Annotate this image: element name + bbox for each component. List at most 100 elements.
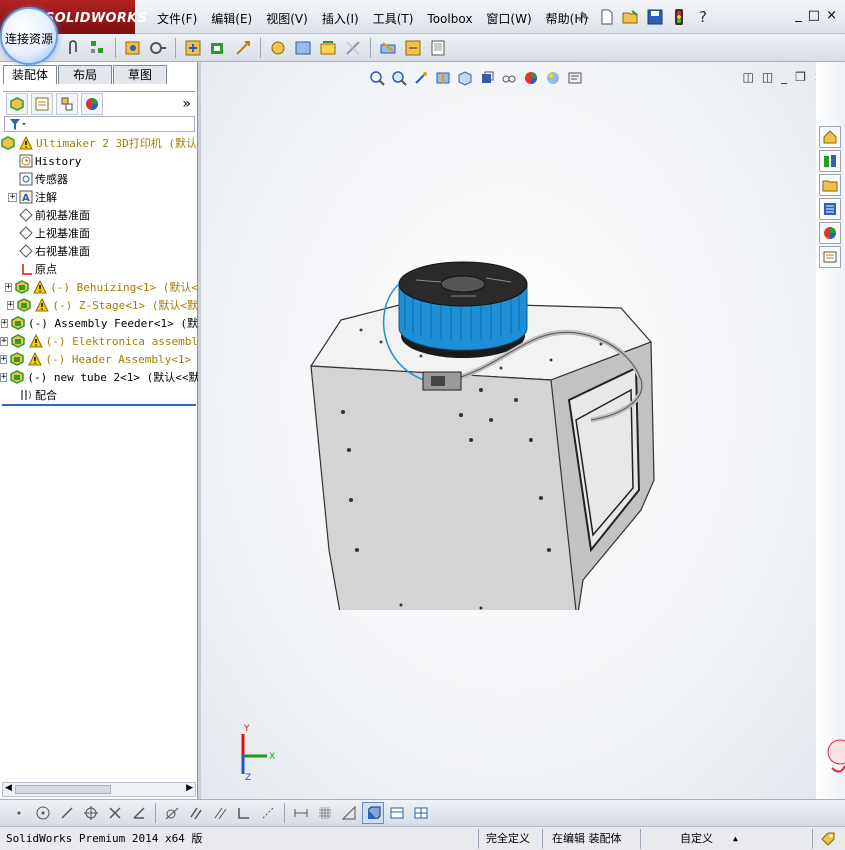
- expand-toggle-icon[interactable]: +: [0, 372, 8, 382]
- viewport-minimize-icon[interactable]: _: [781, 70, 787, 84]
- minimize-button[interactable]: _: [795, 8, 802, 23]
- paperclip-icon[interactable]: [62, 37, 84, 59]
- menu-view[interactable]: 视图(V): [259, 10, 315, 28]
- filter-icon[interactable]: [9, 118, 27, 132]
- tree-item[interactable]: 传感器: [0, 170, 198, 188]
- interference-icon[interactable]: [292, 37, 314, 59]
- tag-icon[interactable]: [820, 831, 836, 847]
- home-icon[interactable]: [819, 126, 841, 148]
- custom-properties-icon[interactable]: [819, 246, 841, 268]
- viewport-restore-icon[interactable]: ❐: [795, 70, 806, 84]
- save-icon[interactable]: [644, 6, 666, 28]
- display-pane-icon[interactable]: [427, 37, 449, 59]
- previous-view-icon[interactable]: [411, 68, 431, 88]
- view-window-icon[interactable]: [386, 802, 408, 824]
- tree-item[interactable]: + (-) Elektronica assembl: [0, 332, 198, 350]
- tree-item[interactable]: + (-) Z-Stage<1> (默认<默: [0, 296, 198, 314]
- section-view-icon[interactable]: [433, 68, 453, 88]
- explode-view-icon[interactable]: [232, 37, 254, 59]
- help-icon[interactable]: ?: [692, 6, 714, 28]
- edit-appearance-icon[interactable]: [521, 68, 541, 88]
- tab-layout[interactable]: 布局: [58, 65, 113, 84]
- intersection-icon[interactable]: [104, 802, 126, 824]
- scroll-left-arrow-icon[interactable]: ◀: [5, 783, 12, 793]
- perpendicular-icon[interactable]: [233, 802, 255, 824]
- view-settings-icon[interactable]: [565, 68, 585, 88]
- scrollbar-thumb[interactable]: [15, 785, 111, 794]
- horizontal-scrollbar[interactable]: ◀ ▶: [2, 782, 196, 797]
- expand-toggle-icon[interactable]: +: [4, 282, 13, 292]
- tangent-icon[interactable]: [161, 802, 183, 824]
- shaded-view-icon[interactable]: [362, 802, 384, 824]
- configuration-manager-icon[interactable]: [56, 92, 78, 115]
- slash-icon[interactable]: [209, 802, 231, 824]
- tree-item[interactable]: + (-) new tube 2<1> (默认<<默: [0, 368, 198, 386]
- expand-panel-button[interactable]: »: [182, 96, 191, 112]
- pin-icon[interactable]: [572, 6, 594, 28]
- expand-toggle-icon[interactable]: +: [0, 336, 8, 346]
- components-pattern-icon[interactable]: [87, 37, 109, 59]
- tab-sketch[interactable]: 草图: [113, 65, 168, 84]
- property-manager-icon[interactable]: [31, 92, 53, 115]
- tile-windows-icon[interactable]: [410, 802, 432, 824]
- tree-item[interactable]: Ultimaker 2 3D打印机 (默认<: [0, 134, 198, 152]
- apply-scene-icon[interactable]: [543, 68, 563, 88]
- display-manager-icon[interactable]: [81, 92, 103, 115]
- split-horizontal-icon[interactable]: ◫: [742, 70, 753, 84]
- units-arrow-icon[interactable]: ▲: [733, 831, 738, 847]
- tree-item[interactable]: + A 注解: [0, 188, 198, 206]
- traffic-light-icon[interactable]: [668, 6, 690, 28]
- file-explorer-icon[interactable]: [819, 174, 841, 196]
- graphics-area[interactable]: ◫ ◫ _ ❐ ✕: [201, 62, 824, 799]
- menu-file[interactable]: 文件(F): [150, 10, 204, 28]
- rebuild-icon[interactable]: [377, 37, 399, 59]
- menu-edit[interactable]: 编辑(E): [204, 10, 259, 28]
- design-library-icon[interactable]: [819, 150, 841, 172]
- printer-3d-model[interactable]: [301, 250, 661, 610]
- promo-badge[interactable]: [820, 738, 845, 778]
- display-style-icon[interactable]: [477, 68, 497, 88]
- instant3d-icon[interactable]: [342, 37, 364, 59]
- tree-item[interactable]: 上视基准面: [0, 224, 198, 242]
- maximize-button[interactable]: □: [808, 8, 820, 23]
- open-folder-icon[interactable]: [620, 6, 642, 28]
- expand-toggle-icon[interactable]: +: [6, 300, 15, 310]
- move-component-icon[interactable]: [182, 37, 204, 59]
- close-button[interactable]: ×: [826, 8, 837, 23]
- menu-tools[interactable]: 工具(T): [366, 10, 421, 28]
- target-icon[interactable]: [80, 802, 102, 824]
- view-orientation-icon[interactable]: [455, 68, 475, 88]
- tree-item[interactable]: + (-) Behuizing<1> (默认<: [0, 278, 198, 296]
- tree-item[interactable]: 配合: [0, 386, 198, 404]
- tree-item[interactable]: + (-) Header Assembly<1> (: [0, 350, 198, 368]
- insert-component-icon[interactable]: [122, 37, 144, 59]
- dashed-line-icon[interactable]: [257, 802, 279, 824]
- assembly-visualization-icon[interactable]: [317, 37, 339, 59]
- expand-toggle-icon[interactable]: +: [0, 354, 8, 364]
- tree-filter[interactable]: [4, 116, 195, 132]
- feature-tree-icon[interactable]: [6, 92, 28, 115]
- mate-icon[interactable]: [147, 37, 169, 59]
- zoom-area-icon[interactable]: [389, 68, 409, 88]
- grid-icon[interactable]: [314, 802, 336, 824]
- dimension-icon[interactable]: [290, 802, 312, 824]
- circle-point-icon[interactable]: [32, 802, 54, 824]
- parallel-icon[interactable]: [185, 802, 207, 824]
- hide-show-items-icon[interactable]: [499, 68, 519, 88]
- menu-toolbox[interactable]: Toolbox: [420, 10, 479, 28]
- expand-toggle-icon[interactable]: +: [0, 318, 9, 328]
- tree-item[interactable]: History: [0, 152, 198, 170]
- split-vertical-icon[interactable]: ◫: [762, 70, 773, 84]
- tab-assembly[interactable]: 装配体: [3, 65, 58, 84]
- tree-item[interactable]: 右视基准面: [0, 242, 198, 260]
- tree-item[interactable]: + (-) Assembly Feeder<1> (默: [0, 314, 198, 332]
- appearances-icon[interactable]: [819, 222, 841, 244]
- options-icon[interactable]: [402, 37, 424, 59]
- angle-icon[interactable]: [128, 802, 150, 824]
- bill-of-materials-icon[interactable]: [267, 37, 289, 59]
- menu-insert[interactable]: 插入(I): [315, 10, 366, 28]
- triangle-icon[interactable]: [338, 802, 360, 824]
- menu-window[interactable]: 窗口(W): [479, 10, 538, 28]
- zoom-to-fit-icon[interactable]: [367, 68, 387, 88]
- tree-item[interactable]: 原点: [0, 260, 198, 278]
